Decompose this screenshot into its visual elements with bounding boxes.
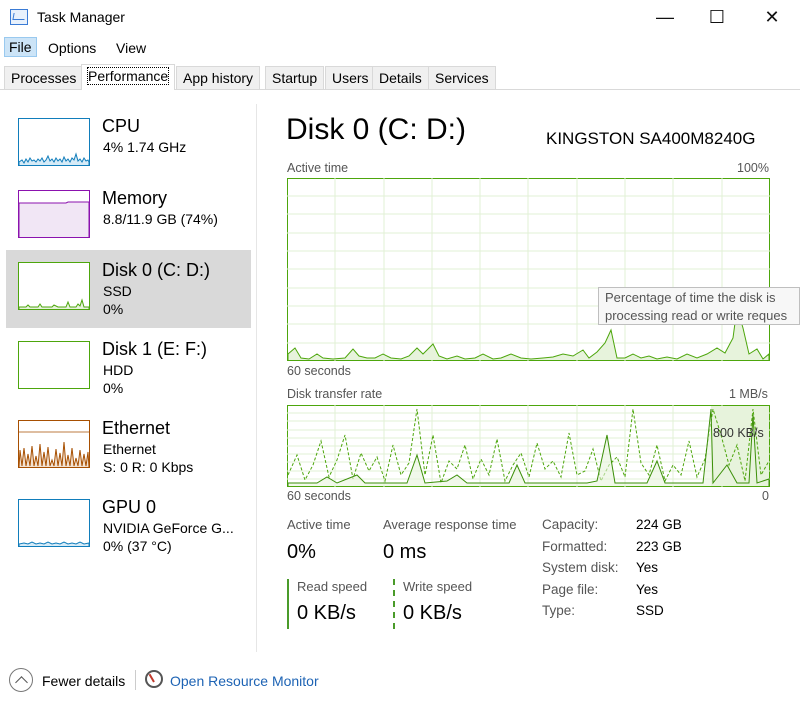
open-resource-monitor-link[interactable]: Open Resource Monitor (170, 673, 319, 689)
system-disk-value: Yes (636, 560, 659, 575)
write-speed-label: Write speed (403, 579, 473, 594)
sidebar-item-usage: 0% (103, 380, 124, 396)
maximize-button[interactable]: ☐ (690, 0, 744, 34)
avg-response-time-label: Average response time (383, 517, 517, 532)
read-speed-label: Read speed (297, 579, 368, 594)
menu-file[interactable]: File (4, 37, 37, 57)
active-time-tooltip: Percentage of time the disk is processin… (598, 287, 800, 325)
tab-label: App history (183, 70, 254, 86)
sidebar-item-detail: 8.8/11.9 GB (74%) (103, 211, 218, 227)
sidebar-item-disk-1[interactable]: Disk 1 (E: F:) HDD 0% (6, 329, 251, 407)
transfer-rate-graph-min: 0 (762, 489, 769, 503)
sidebar-item-adapter: Ethernet (103, 441, 156, 457)
sidebar-item-type: SSD (103, 283, 132, 299)
transfer-rate-graph-duration: 60 seconds (287, 489, 351, 503)
page-file-label: Page file: (542, 582, 599, 597)
sidebar-item-gpu-0[interactable]: GPU 0 NVIDIA GeForce G... 0% (37 °C) (6, 487, 251, 565)
tab-label: Details (379, 70, 422, 86)
system-disk-label: System disk: (542, 560, 619, 575)
chevron-up-icon[interactable] (9, 668, 33, 692)
resource-sidebar: CPU 4% 1.74 GHz Memory 8.8/11.9 GB (74%)… (0, 104, 256, 664)
formatted-value: 223 GB (636, 539, 682, 554)
task-manager-icon (10, 9, 28, 25)
sidebar-item-throughput: S: 0 R: 0 Kbps (103, 459, 194, 475)
tab-bar: Processes Performance App history Startu… (4, 64, 796, 90)
tab-label: Performance (86, 67, 170, 85)
window-title: Task Manager (37, 9, 125, 25)
tab-label: Processes (11, 70, 77, 86)
disk-1-thumbnail-graph (18, 341, 90, 389)
active-time-graph-label: Active time (287, 161, 349, 175)
sidebar-item-model: NVIDIA GeForce G... (103, 520, 234, 536)
tab-users[interactable]: Users (325, 66, 376, 89)
active-time-stat-value: 0% (287, 541, 316, 563)
sidebar-item-cpu[interactable]: CPU 4% 1.74 GHz (6, 106, 251, 184)
sidebar-item-name: Disk 0 (C: D:) (102, 260, 210, 280)
cpu-thumbnail-graph (18, 118, 90, 166)
transfer-rate-graph (287, 405, 770, 487)
write-speed-indicator (393, 579, 395, 629)
disk-model: KINGSTON SA400M8240G (546, 129, 756, 148)
capacity-value: 224 GB (636, 517, 682, 532)
close-button[interactable]: ✕ (745, 0, 799, 34)
footer: Fewer details Open Resource Monitor (0, 662, 800, 702)
menu-bar: File Options View (0, 36, 800, 60)
page-title: Disk 0 (C: D:) (286, 113, 466, 146)
tooltip-line: processing read or write reques (605, 308, 788, 323)
minimize-button[interactable]: — (638, 0, 692, 34)
sidebar-item-name: Disk 1 (E: F:) (102, 339, 208, 359)
active-time-stat-label: Active time (287, 517, 351, 532)
tab-label: Startup (272, 70, 318, 86)
gpu-thumbnail-graph (18, 499, 90, 547)
capacity-label: Capacity: (542, 517, 599, 532)
active-time-graph (287, 178, 770, 361)
ethernet-thumbnail-graph (18, 420, 90, 468)
sidebar-item-usage: 0% (37 °C) (103, 538, 172, 554)
transfer-rate-graph-label: Disk transfer rate (287, 387, 383, 401)
sidebar-item-name: CPU (102, 116, 141, 136)
sidebar-item-disk-0[interactable]: Disk 0 (C: D:) SSD 0% (6, 250, 251, 328)
sidebar-item-type: HDD (103, 362, 134, 378)
sidebar-divider (256, 104, 257, 652)
tab-processes[interactable]: Processes (4, 66, 84, 89)
sidebar-item-detail: 4% 1.74 GHz (103, 139, 187, 155)
active-time-graph-duration: 60 seconds (287, 364, 351, 378)
type-label: Type: (542, 603, 576, 618)
sidebar-item-usage: 0% (103, 301, 124, 317)
resource-monitor-icon (145, 670, 163, 688)
tab-app-history[interactable]: App history (176, 66, 261, 89)
tab-label: Users (332, 70, 369, 86)
page-file-value: Yes (636, 582, 659, 597)
tab-startup[interactable]: Startup (265, 66, 325, 89)
type-value: SSD (636, 603, 664, 618)
write-speed-value: 0 KB/s (403, 602, 462, 624)
title-bar: Task Manager — ☐ ✕ (0, 0, 800, 34)
read-speed-indicator (287, 579, 289, 629)
sidebar-item-name: GPU 0 (102, 497, 157, 517)
tab-details[interactable]: Details (372, 66, 429, 89)
fewer-details-button[interactable]: Fewer details (42, 673, 125, 689)
sidebar-item-ethernet[interactable]: Ethernet Ethernet S: 0 R: 0 Kbps (6, 408, 251, 486)
tab-performance[interactable]: Performance (81, 64, 176, 90)
disk-0-thumbnail-graph (18, 262, 90, 310)
sidebar-item-memory[interactable]: Memory 8.8/11.9 GB (74%) (6, 178, 251, 256)
footer-divider (135, 670, 136, 690)
formatted-label: Formatted: (542, 539, 608, 554)
sidebar-item-name: Ethernet (102, 418, 171, 438)
avg-response-time-value: 0 ms (383, 541, 427, 563)
menu-view[interactable]: View (112, 39, 150, 57)
tab-services[interactable]: Services (428, 66, 496, 89)
menu-options[interactable]: Options (44, 39, 100, 57)
tab-label: Services (435, 70, 489, 86)
read-speed-value: 0 KB/s (297, 602, 356, 624)
sidebar-item-name: Memory (102, 188, 168, 208)
transfer-rate-graph-max: 1 MB/s (729, 387, 768, 401)
tooltip-line: Percentage of time the disk is (605, 290, 776, 305)
active-time-graph-max: 100% (737, 161, 769, 175)
transfer-rate-scale-label: 800 KB/s (713, 426, 764, 440)
memory-thumbnail-graph (18, 190, 90, 238)
